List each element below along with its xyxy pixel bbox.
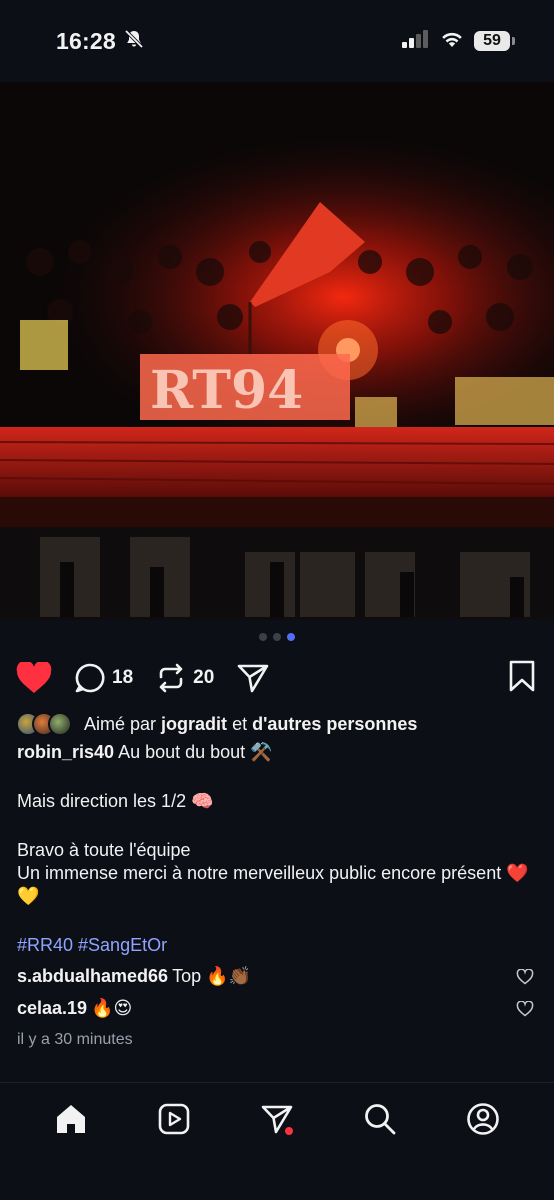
liked-by[interactable]: Aimé par jogradit et d'autres personnes bbox=[16, 712, 417, 736]
comment-user[interactable]: s.abdualhamed66 bbox=[17, 966, 168, 986]
comment-count: 18 bbox=[112, 667, 134, 688]
caption-line: Mais direction les 1/2 🧠 bbox=[17, 791, 214, 811]
nav-profile[interactable] bbox=[463, 1099, 503, 1139]
heart-filled-icon bbox=[16, 662, 52, 693]
nav-search[interactable] bbox=[360, 1099, 400, 1139]
comment-user[interactable]: celaa.19 bbox=[17, 998, 87, 1018]
share-button[interactable] bbox=[236, 662, 270, 694]
caption-line: Au bout du bout ⚒️ bbox=[118, 742, 273, 762]
home-icon bbox=[57, 1105, 86, 1133]
post-caption: robin_ris40 Au bout du bout ⚒️ Mais dire… bbox=[17, 741, 534, 1051]
post-timestamp: il y a 30 minutes bbox=[17, 1031, 133, 1048]
bookmark-icon bbox=[509, 660, 535, 691]
liked-by-connector: et bbox=[232, 713, 248, 734]
send-icon bbox=[237, 664, 269, 693]
nav-home[interactable] bbox=[51, 1099, 91, 1139]
save-button[interactable] bbox=[508, 660, 536, 697]
repost-icon bbox=[159, 663, 183, 693]
like-button[interactable] bbox=[16, 662, 52, 694]
notification-dot bbox=[284, 1127, 293, 1135]
comment-icon bbox=[75, 663, 105, 693]
avatar bbox=[48, 712, 72, 736]
comment-text: Top 🔥👏🏾 bbox=[172, 966, 251, 986]
battery-level: 59 bbox=[483, 32, 501, 49]
wifi-icon bbox=[440, 30, 464, 53]
carousel-indicator bbox=[0, 633, 554, 641]
post-image[interactable]: RT94 bbox=[0, 82, 554, 620]
nav-messages[interactable] bbox=[257, 1099, 297, 1139]
liked-by-prefix: Aimé par bbox=[84, 713, 157, 734]
carousel-dot bbox=[259, 633, 267, 641]
caption-line: Bravo à toute l'équipe bbox=[17, 840, 191, 860]
status-time: 16:28 bbox=[56, 27, 116, 54]
liked-by-avatars bbox=[16, 712, 72, 736]
search-icon bbox=[364, 1104, 396, 1135]
comment-like-icon[interactable] bbox=[516, 968, 534, 985]
bell-slash-icon bbox=[124, 29, 144, 54]
comment-row: s.abdualhamed66 Top 🔥👏🏾 bbox=[17, 965, 534, 988]
repost-button[interactable]: 20 bbox=[155, 662, 214, 694]
svg-text:RT94: RT94 bbox=[150, 360, 303, 421]
status-bar: 16:28 59 bbox=[0, 0, 554, 82]
carousel-dot-active bbox=[287, 633, 295, 641]
liked-by-user[interactable]: jogradit bbox=[161, 714, 227, 735]
signal-icon bbox=[402, 29, 430, 53]
caption-hashtags[interactable]: #RR40 #SangEtOr bbox=[17, 934, 534, 957]
comment-button[interactable]: 18 bbox=[74, 662, 133, 694]
repost-count: 20 bbox=[193, 667, 215, 688]
reels-icon bbox=[158, 1103, 190, 1135]
bottom-nav bbox=[0, 1082, 554, 1200]
comment-text: 🔥😍 bbox=[91, 998, 133, 1018]
carousel-dot bbox=[273, 633, 281, 641]
nav-reels[interactable] bbox=[154, 1099, 194, 1139]
comment-like-icon[interactable] bbox=[516, 1000, 534, 1017]
caption-author[interactable]: robin_ris40 bbox=[17, 742, 114, 762]
comment-row: celaa.19 🔥😍 bbox=[17, 997, 534, 1020]
liked-by-others[interactable]: d'autres personnes bbox=[252, 714, 417, 735]
caption-line: Un immense merci à notre merveilleux pub… bbox=[17, 863, 529, 906]
profile-icon bbox=[466, 1103, 499, 1135]
battery-icon: 59 bbox=[474, 31, 515, 51]
post-actions: 18 20 bbox=[16, 656, 536, 700]
